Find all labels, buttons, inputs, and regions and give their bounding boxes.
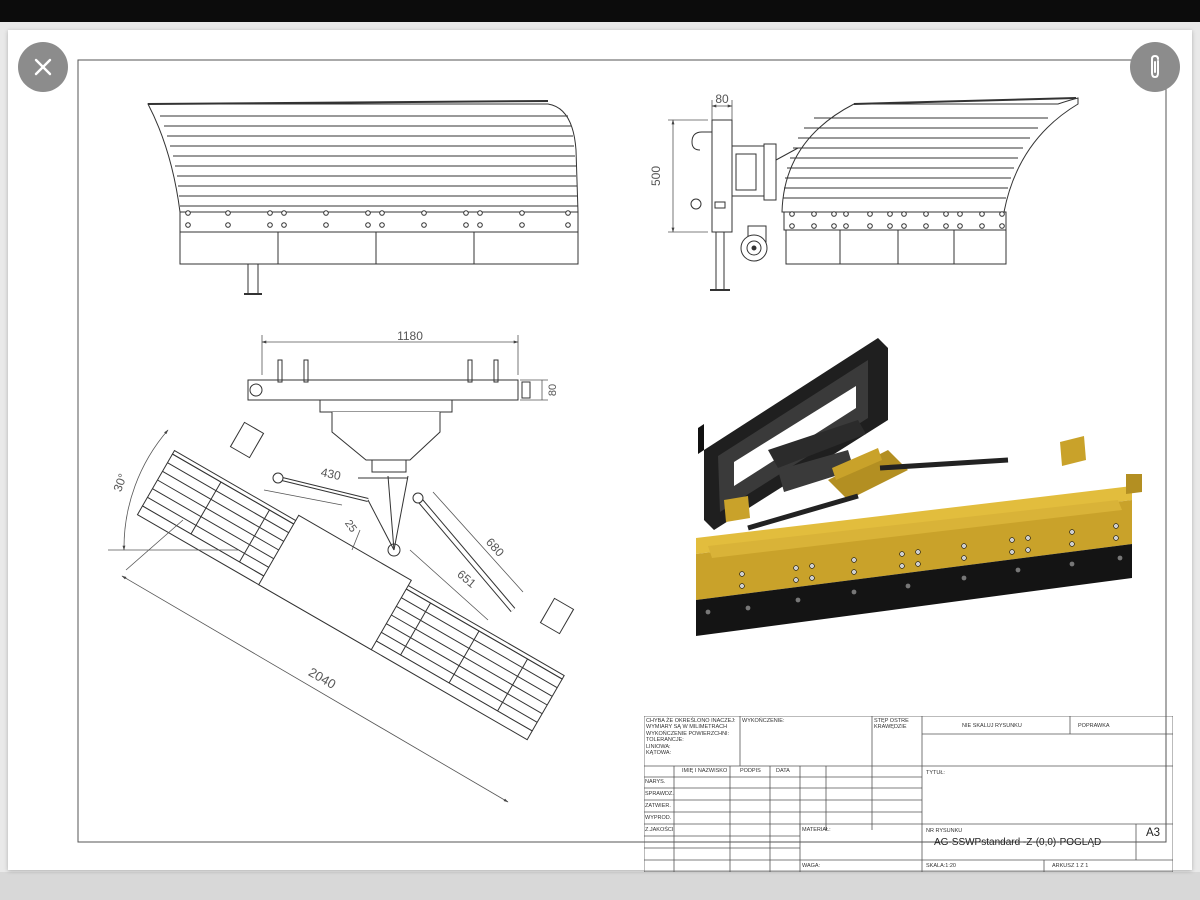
drawing-number: AG-SSWPstandard -Z-(0,0)-POGLĄD — [934, 837, 1102, 848]
weight-label: WAGA: — [802, 863, 821, 869]
row-label-manufactured: WYPROD. — [645, 815, 672, 821]
row-label-drawn: NARYS. — [645, 779, 666, 785]
title-block: CHYBA ŻE OKREŚLONO INACZEJ: WYMIARY SĄ W… — [644, 716, 1173, 872]
dim-cylinder-long: 680 — [483, 535, 507, 559]
dim-angle: 30° — [111, 472, 130, 494]
scale-label: SKALA:1:20 — [926, 863, 956, 869]
col-date-header: DATA — [776, 768, 790, 774]
paperclip-icon — [1151, 54, 1159, 79]
row-label-quality: Z.JAKOŚCI — [645, 827, 674, 833]
front-view — [147, 100, 579, 295]
row-label-checked: SPRAWDZ. — [645, 791, 674, 797]
dim-top-width: 1180 — [397, 329, 423, 343]
side-view — [690, 97, 1079, 291]
col-name-header: IMIĘ I NAZWISKO — [682, 768, 728, 774]
dim-blade-width: 2040 — [306, 664, 339, 691]
finish-label: WYKOŃCZENIE: — [742, 718, 785, 724]
dim-pivot-offset: 25 — [342, 518, 359, 535]
row-label-approved: ZATWIER. — [645, 803, 671, 809]
attachment-button[interactable] — [1130, 42, 1180, 92]
close-button[interactable] — [18, 42, 68, 92]
dim-top-depth: 80 — [547, 384, 559, 396]
sheet-count-label: ARKUSZ 1 Z 1 — [1052, 863, 1089, 869]
dim-cylinder-short: 651 — [454, 567, 479, 591]
no-scale-label: NIE SKALUJ RYSUNKU — [962, 723, 1022, 729]
isometric-render — [696, 338, 1142, 636]
close-icon — [34, 58, 52, 76]
col-signature-header: PODPIS — [740, 768, 761, 774]
dim-side-height: 500 — [649, 166, 663, 186]
revision-label: POPRAWKA — [1078, 723, 1110, 729]
material-label: MATERIAŁ: — [802, 827, 831, 833]
drawing-number-label: NR RYSUNKU — [926, 828, 963, 834]
dim-arm-length: 430 — [320, 465, 343, 483]
sheet-size: A3 — [1146, 827, 1161, 839]
title-label: TYTUŁ: — [926, 770, 945, 776]
viewer-top-bar — [0, 0, 1200, 22]
viewer-bottom-band — [0, 872, 1200, 900]
tolerance-notes: CHYBA ŻE OKREŚLONO INACZEJ: WYMIARY SĄ W… — [646, 718, 736, 757]
dim-side-width: 80 — [715, 92, 729, 106]
deburr-label: STĘP OSTRE KRAWĘDZIE — [874, 718, 909, 731]
drawing-sheet: 80 500 1180 80 430 25 680 651 30° 2040 C… — [8, 30, 1192, 872]
